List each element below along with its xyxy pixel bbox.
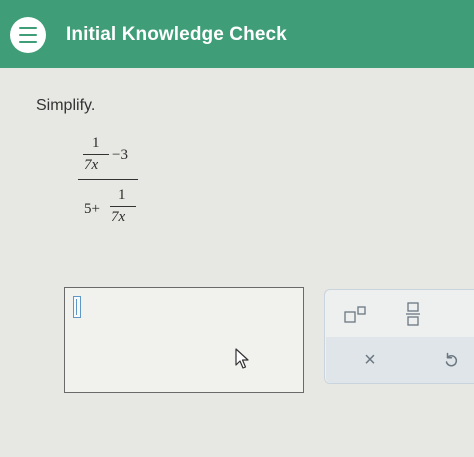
answer-input[interactable] bbox=[64, 287, 304, 393]
numerator-minus-term: −3 bbox=[112, 147, 128, 163]
numerator-fraction-numerator: 1 bbox=[92, 135, 100, 151]
header-bar: Initial Knowledge Check bbox=[0, 0, 474, 68]
clear-button[interactable]: × bbox=[352, 346, 388, 374]
mouse-pointer-icon bbox=[235, 348, 249, 369]
input-caret-placeholder bbox=[73, 296, 81, 318]
menu-line bbox=[19, 34, 37, 36]
fraction-button[interactable] bbox=[398, 298, 428, 330]
inner-fraction-bar bbox=[110, 206, 136, 207]
fraction-icon bbox=[406, 302, 420, 326]
denominator-prefix: 5+ bbox=[84, 201, 100, 217]
undo-icon bbox=[445, 352, 458, 367]
denominator-fraction-numerator: 1 bbox=[118, 187, 126, 203]
exponent-button[interactable] bbox=[340, 303, 374, 327]
menu-line bbox=[19, 41, 37, 43]
page-title: Initial Knowledge Check bbox=[66, 24, 287, 45]
denominator-fraction-denominator: 7x bbox=[111, 209, 126, 225]
question-instruction: Simplify. bbox=[36, 97, 96, 114]
inner-fraction-bar bbox=[83, 154, 109, 155]
undo-button[interactable] bbox=[434, 346, 468, 374]
hamburger-menu-icon[interactable] bbox=[10, 17, 46, 53]
numerator-fraction-denominator: 7x bbox=[84, 157, 99, 173]
complex-fraction-expression: 1 7x −3 5+ 1 7x bbox=[78, 136, 158, 236]
main-fraction-bar bbox=[78, 179, 138, 180]
exponent-icon bbox=[344, 306, 366, 323]
menu-line bbox=[19, 27, 37, 29]
